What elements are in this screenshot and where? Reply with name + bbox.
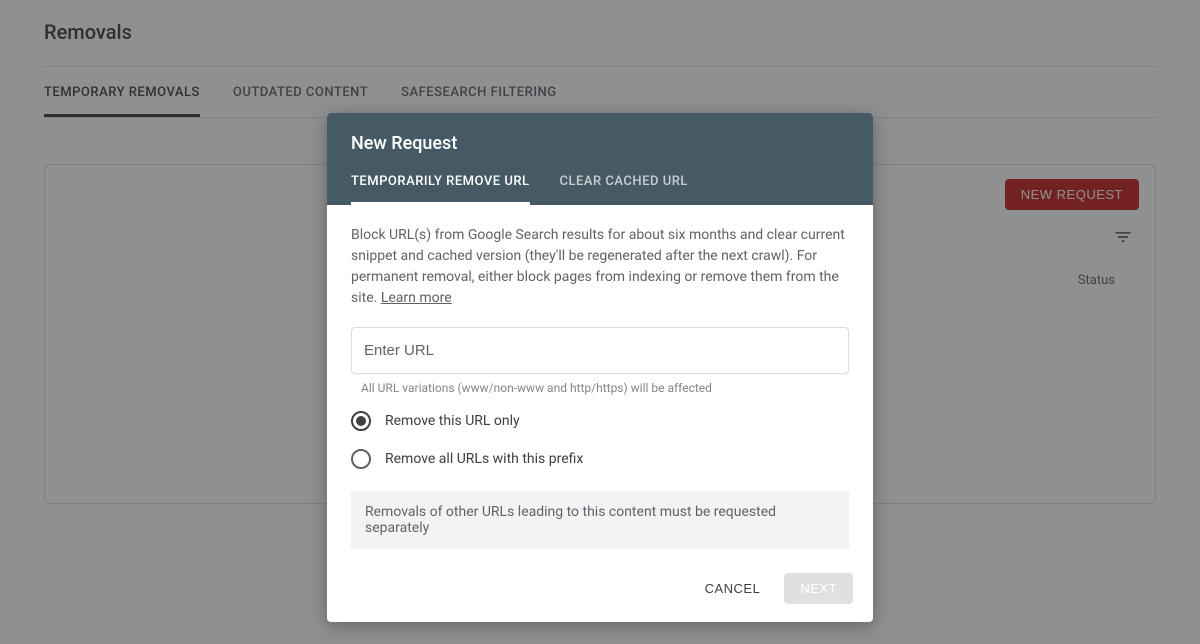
radio-icon <box>351 449 371 469</box>
url-hint: All URL variations (www/non-www and http… <box>361 381 849 395</box>
radio-remove-prefix[interactable]: Remove all URLs with this prefix <box>351 449 849 469</box>
dialog-tab-clear-cached-url[interactable]: CLEAR CACHED URL <box>560 174 688 205</box>
radio-label: Remove this URL only <box>385 413 520 429</box>
radio-icon <box>351 411 371 431</box>
learn-more-link[interactable]: Learn more <box>381 290 452 306</box>
dialog-description: Block URL(s) from Google Search results … <box>351 225 849 309</box>
dialog-footer: CANCEL NEXT <box>327 557 873 622</box>
url-input[interactable] <box>351 327 849 374</box>
new-request-dialog: New Request TEMPORARILY REMOVE URL CLEAR… <box>327 113 873 622</box>
dialog-title: New Request <box>351 133 849 154</box>
cancel-button[interactable]: CANCEL <box>697 573 769 604</box>
radio-group: Remove this URL only Remove all URLs wit… <box>351 411 849 469</box>
radio-label: Remove all URLs with this prefix <box>385 451 583 467</box>
dialog-tabs: TEMPORARILY REMOVE URL CLEAR CACHED URL <box>351 174 849 205</box>
dialog-header: New Request TEMPORARILY REMOVE URL CLEAR… <box>327 113 873 205</box>
dialog-body: Block URL(s) from Google Search results … <box>327 205 873 557</box>
info-banner: Removals of other URLs leading to this c… <box>351 491 849 549</box>
radio-remove-url-only[interactable]: Remove this URL only <box>351 411 849 431</box>
next-button[interactable]: NEXT <box>784 573 853 604</box>
dialog-tab-temporarily-remove-url[interactable]: TEMPORARILY REMOVE URL <box>351 174 530 205</box>
modal-overlay: New Request TEMPORARILY REMOVE URL CLEAR… <box>0 0 1200 644</box>
